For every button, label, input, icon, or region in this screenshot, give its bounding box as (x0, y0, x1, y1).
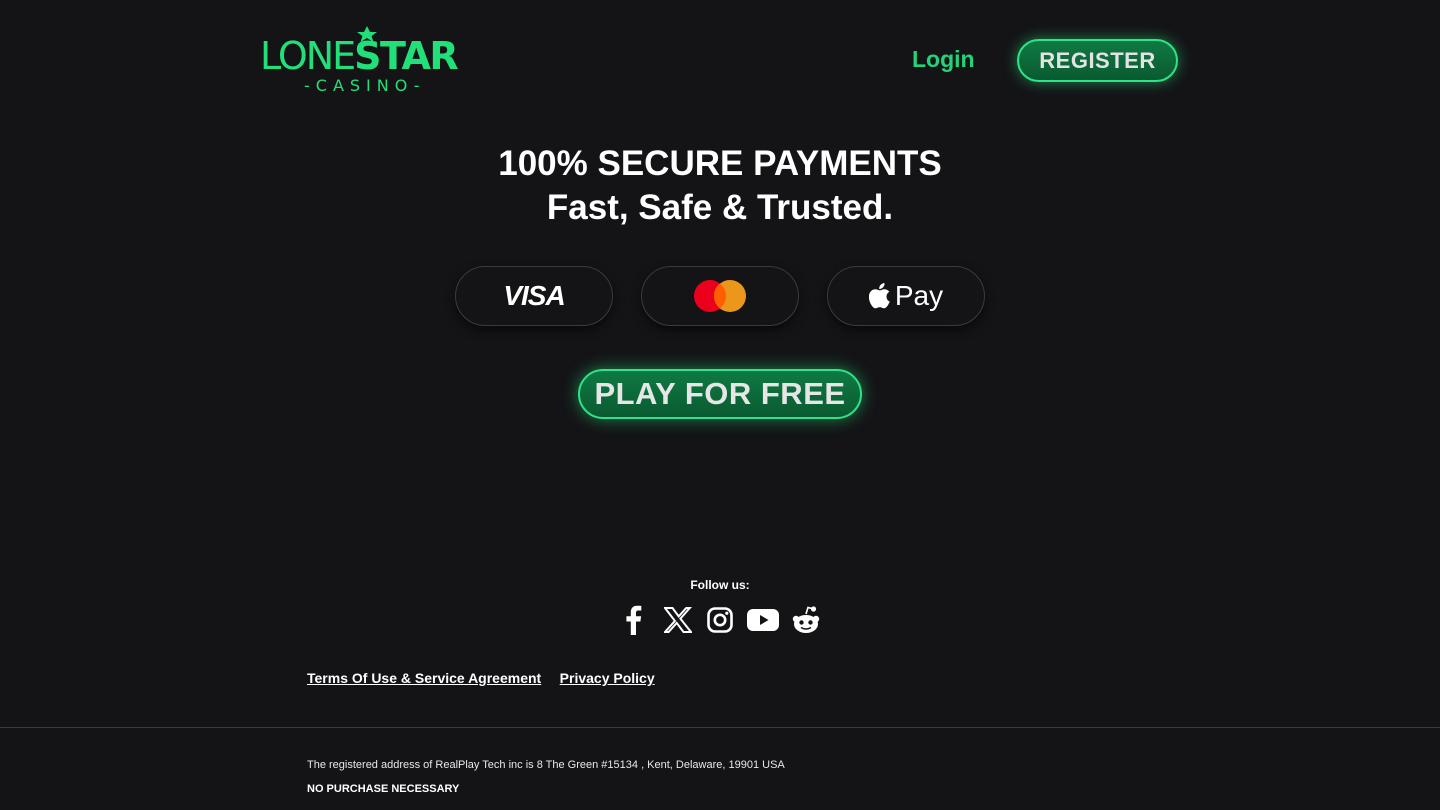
apple-pay-card: Pay (827, 266, 985, 326)
legal-links: Terms Of Use & Service Agreement Privacy… (307, 670, 669, 690)
page: LONESTAR -CASINO- Login REGISTER 100% SE… (0, 0, 1440, 810)
x-icon[interactable] (662, 602, 694, 638)
no-purchase-notice: NO PURCHASE NECESSARY (307, 783, 460, 795)
terms-of-use-link[interactable]: Terms Of Use & Service Agreement (307, 670, 541, 686)
payment-methods: VISA Pay (455, 266, 985, 326)
privacy-policy-link[interactable]: Privacy Policy (560, 670, 655, 686)
logo-subtitle: -CASINO- (304, 76, 426, 95)
register-button[interactable]: REGISTER (1017, 39, 1178, 82)
youtube-icon[interactable] (745, 602, 781, 638)
headline-line-2: Fast, Safe & Trusted. (546, 188, 894, 227)
social-links (618, 602, 828, 638)
visa-card: VISA (455, 266, 613, 326)
hero-headline: 100% SECURE PAYMENTS Fast, Safe & Truste… (0, 142, 1440, 230)
reddit-icon[interactable] (790, 602, 822, 638)
follow-us-label: Follow us: (690, 578, 750, 592)
facebook-icon[interactable] (618, 602, 648, 638)
footer-divider (0, 727, 1440, 728)
logo-wordmark: LONESTAR (260, 34, 459, 78)
mastercard-card (641, 266, 799, 326)
apple-pay-logo: Pay (868, 280, 944, 312)
registered-address: The registered address of RealPlay Tech … (307, 759, 785, 771)
play-for-free-button[interactable]: PLAY FOR FREE (578, 369, 862, 419)
visa-logo: VISA (503, 280, 565, 311)
apple-icon (868, 283, 890, 309)
apple-pay-label: Pay (894, 280, 944, 311)
login-link[interactable]: Login (912, 46, 975, 73)
headline-line-1: 100% SECURE PAYMENTS (498, 144, 942, 183)
lonestar-casino-logo[interactable]: LONESTAR -CASINO- (260, 26, 476, 98)
instagram-icon[interactable] (704, 602, 736, 638)
mastercard-logo (694, 280, 746, 312)
